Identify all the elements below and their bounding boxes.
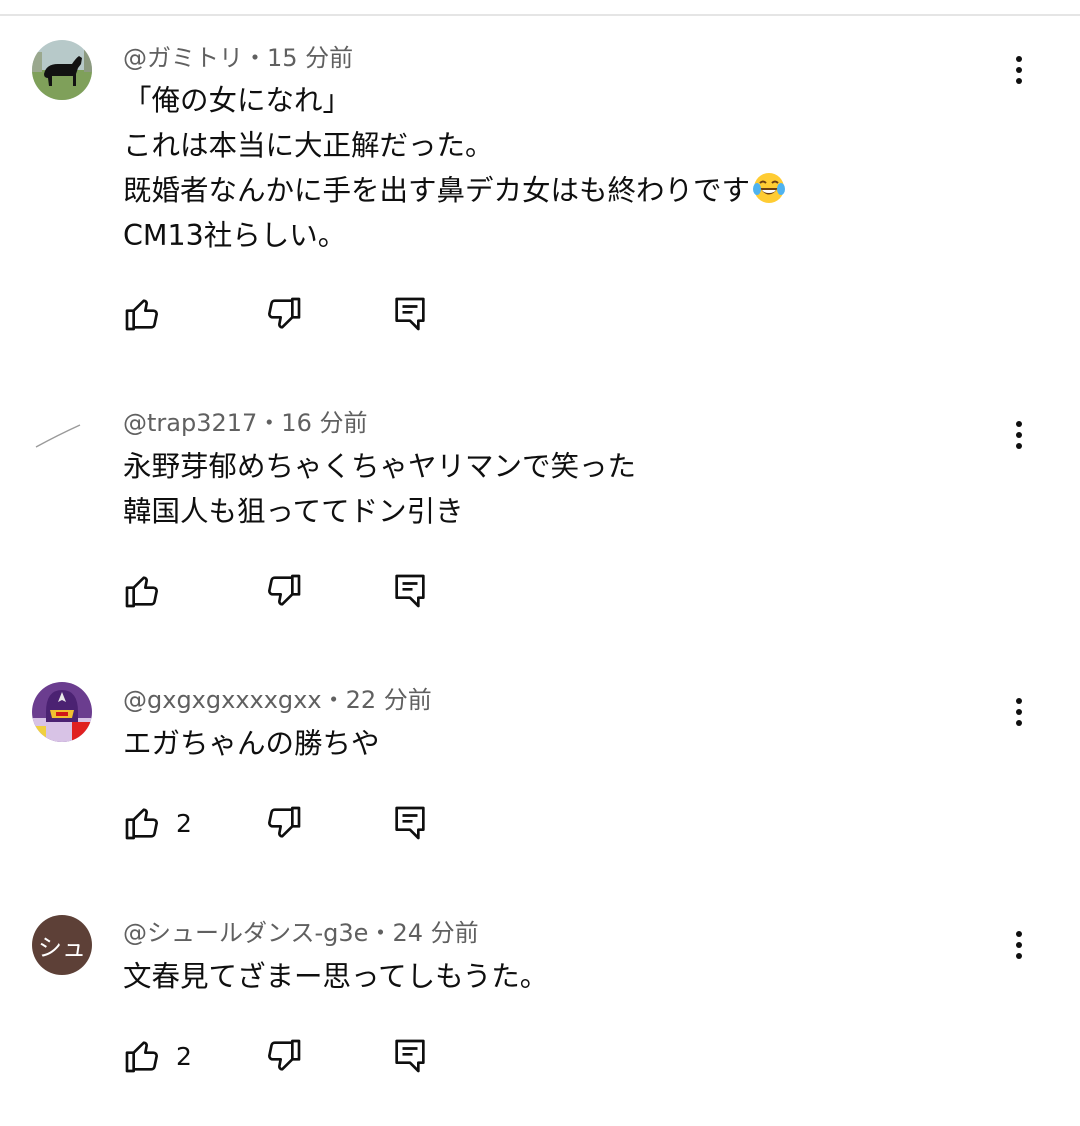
comment-author[interactable]: @trap3217 [123, 409, 257, 437]
comment-author[interactable]: @ガミトリ [123, 44, 243, 72]
like-button[interactable]: 2 [122, 803, 192, 843]
reply-button[interactable] [390, 294, 430, 334]
comment-line: これは本当に大正解だった。 [123, 129, 494, 162]
avatar[interactable]: シュ [32, 915, 92, 975]
face-with-tears-of-joy-icon [753, 173, 786, 203]
comment-time: 15 分前 [267, 44, 354, 72]
comment-line: 文春見てざまー思ってしもうた。 [123, 960, 549, 993]
comment-line: CM13社らしい。 [123, 219, 347, 252]
meta-separator: ・ [321, 686, 346, 714]
reply-button[interactable] [390, 803, 430, 843]
more-options-button[interactable] [1000, 45, 1038, 95]
more-dot [1016, 953, 1022, 959]
thumb-up-icon [125, 576, 159, 608]
avatar[interactable] [32, 40, 92, 100]
avatar[interactable] [32, 405, 92, 465]
more-options-button[interactable] [1000, 920, 1038, 970]
avatar[interactable] [32, 682, 92, 742]
like-button[interactable] [122, 294, 176, 334]
more-dot [1016, 720, 1022, 726]
reply-button[interactable] [390, 1036, 430, 1076]
comment-text: 文春見てざまー思ってしもうた。 [123, 954, 548, 999]
top-divider [0, 14, 1080, 16]
like-count: 2 [176, 1041, 192, 1071]
thumb-down-icon [268, 297, 301, 329]
purple-helmet-character-avatar-image [32, 682, 92, 742]
meta-separator: ・ [368, 919, 393, 947]
reply-button[interactable] [390, 571, 430, 611]
comment-line: エガちゃんの勝ちや [123, 727, 380, 760]
comment-actions: 2 [122, 803, 522, 843]
comment-line-text: 既婚者なんかに手を出す鼻デカ女はも終わりです [123, 174, 751, 207]
reply-comment-icon [395, 574, 425, 608]
more-dot [1016, 942, 1022, 948]
thumb-up-icon [125, 299, 159, 331]
more-dot [1016, 443, 1022, 449]
like-button[interactable]: 2 [122, 1036, 192, 1076]
comment-text: 永野芽郁めちゃくちゃヤリマンで笑った 韓国人も狙っててドン引き [123, 444, 636, 534]
line-sketch-avatar-image [32, 405, 92, 465]
comment-meta: @シュールダンス-g3e・24 分前 [123, 918, 479, 948]
comment-author[interactable]: @シュールダンス-g3e [123, 919, 368, 947]
more-options-button[interactable] [1000, 687, 1038, 737]
more-dot [1016, 432, 1022, 438]
more-dot [1016, 67, 1022, 73]
comment-line: 永野芽郁めちゃくちゃヤリマンで笑った [123, 450, 637, 483]
meta-separator: ・ [257, 409, 282, 437]
comment-text: 「俺の女になれ」 これは本当に大正解だった。 既婚者なんかに手を出す鼻デカ女はも… [123, 78, 786, 258]
like-count: 2 [176, 808, 192, 838]
more-dot [1016, 709, 1022, 715]
comment-actions [122, 294, 522, 334]
more-dot [1016, 698, 1022, 704]
more-dot [1016, 78, 1022, 84]
dislike-button[interactable] [264, 1036, 304, 1076]
comment-actions: 2 [122, 1036, 522, 1076]
comment-meta: @trap3217・16 分前 [123, 408, 367, 438]
comment-line: 「俺の女になれ」 [123, 84, 352, 117]
dislike-button[interactable] [264, 294, 304, 334]
like-button[interactable] [122, 571, 176, 611]
more-dot [1016, 56, 1022, 62]
comment-time: 16 分前 [281, 409, 368, 437]
comment-author[interactable]: @gxgxgxxxxgxx [123, 686, 322, 714]
thumb-down-icon [268, 806, 301, 838]
reply-comment-icon [395, 297, 425, 331]
comment-time: 22 分前 [345, 686, 432, 714]
comment-time: 24 分前 [392, 919, 479, 947]
comment-line: 韓国人も狙っててドン引き [123, 495, 464, 528]
thumb-up-icon [125, 808, 159, 840]
more-dot [1016, 931, 1022, 937]
comment-line: 既婚者なんかに手を出す鼻デカ女はも終わりです [123, 168, 786, 213]
comment-actions [122, 571, 522, 611]
more-dot [1016, 421, 1022, 427]
dislike-button[interactable] [264, 571, 304, 611]
horse-avatar-image [32, 40, 92, 100]
thumb-down-icon [268, 1039, 301, 1071]
reply-comment-icon [395, 1039, 425, 1073]
comment-text: エガちゃんの勝ちや [123, 721, 380, 766]
comment-meta: @ガミトリ・15 分前 [123, 43, 353, 73]
dislike-button[interactable] [264, 803, 304, 843]
more-options-button[interactable] [1000, 410, 1038, 460]
reply-comment-icon [395, 806, 425, 840]
thumb-down-icon [268, 574, 301, 606]
thumb-up-icon [125, 1041, 159, 1073]
comment-meta: @gxgxgxxxxgxx・22 分前 [123, 685, 432, 715]
meta-separator: ・ [243, 44, 267, 72]
